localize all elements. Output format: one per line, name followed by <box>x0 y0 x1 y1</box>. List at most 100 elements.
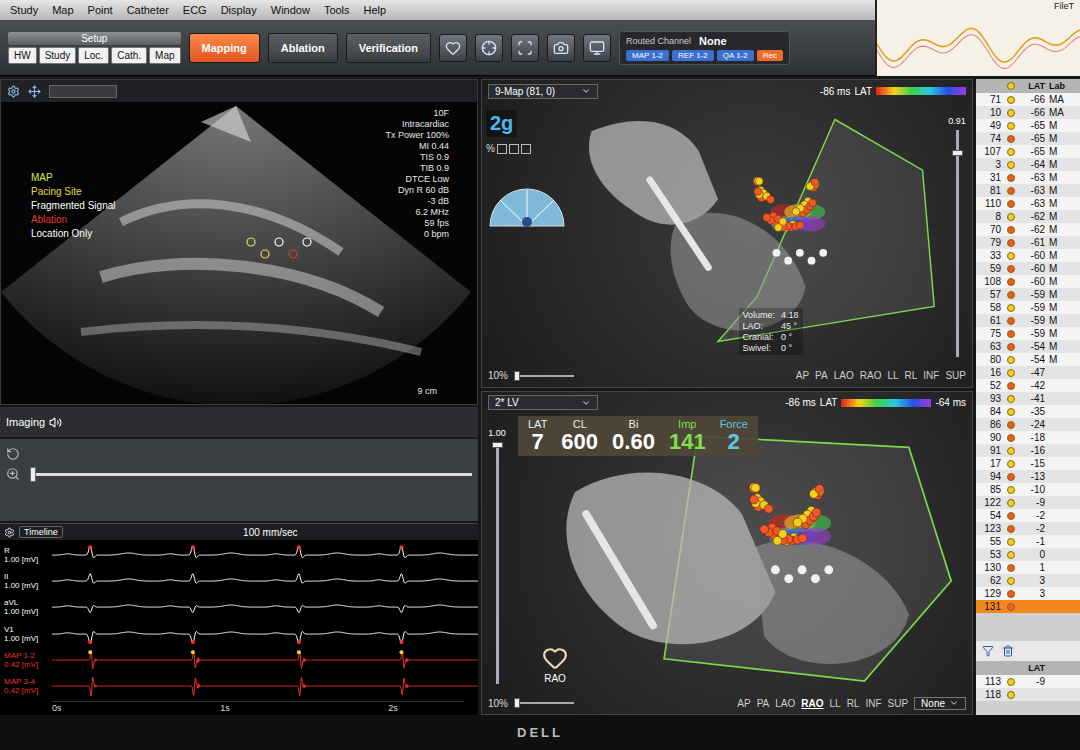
table-row[interactable]: 90-18 <box>976 431 1080 444</box>
filter-icon[interactable] <box>982 645 994 657</box>
table-row[interactable]: 33-60M <box>976 249 1080 262</box>
table-row[interactable]: 113-9 <box>976 675 1080 688</box>
table-row[interactable]: 54-2 <box>976 509 1080 522</box>
menu-item[interactable]: Study <box>10 4 38 16</box>
table-row[interactable]: 58-59M <box>976 301 1080 314</box>
table-row[interactable]: 16-47 <box>976 366 1080 379</box>
table-row[interactable]: 110-63M <box>976 197 1080 210</box>
menu-item[interactable]: Window <box>271 4 310 16</box>
table-row[interactable]: 118 <box>976 688 1080 701</box>
menu-item[interactable]: ECG <box>183 4 207 16</box>
table-row[interactable]: 122-9 <box>976 496 1080 509</box>
monitor-button[interactable] <box>583 34 611 62</box>
frame-slider[interactable] <box>30 473 472 476</box>
view-button[interactable]: RL <box>905 370 918 381</box>
table-row[interactable]: 1293 <box>976 587 1080 600</box>
table-row[interactable]: 10-66MA <box>976 106 1080 119</box>
map-canvas[interactable]: LAT7CL600Bi0.60Imp141Force2RAO <box>512 414 972 692</box>
view-button[interactable]: LL <box>887 370 898 381</box>
menu-item[interactable]: Map <box>52 4 73 16</box>
menu-item[interactable]: Catheter <box>127 4 169 16</box>
view-button[interactable]: SUP <box>888 698 909 709</box>
table-row[interactable]: 17-15 <box>976 457 1080 470</box>
table-row[interactable]: 530 <box>976 548 1080 561</box>
channel-button[interactable]: QA 1-2 <box>717 50 754 61</box>
view-button[interactable]: AP <box>796 370 809 381</box>
channel-button[interactable]: Rec <box>757 50 783 61</box>
map-selector[interactable]: 9-Map (81, 0) <box>488 84 598 99</box>
table-row[interactable]: 80-54M <box>976 353 1080 366</box>
table-row[interactable]: 93-41 <box>976 392 1080 405</box>
table-row[interactable]: 57-59M <box>976 288 1080 301</box>
routed-channel-value[interactable]: None <box>699 35 727 47</box>
channel-button[interactable]: REF 1-2 <box>672 50 714 61</box>
camera-button[interactable] <box>547 34 575 62</box>
view-button[interactable]: LAO <box>775 698 795 709</box>
table-row[interactable]: 1301 <box>976 561 1080 574</box>
timeline-button[interactable]: Timeline <box>19 526 63 538</box>
zoom-control[interactable]: 2g <box>486 110 517 137</box>
table-row[interactable]: 71-66MA <box>976 93 1080 106</box>
move-icon[interactable] <box>28 85 41 98</box>
rotation-compass-icon[interactable] <box>486 160 568 230</box>
map-selector[interactable]: 2* LV <box>488 395 598 410</box>
table-row[interactable]: 81-63M <box>976 184 1080 197</box>
table-row[interactable]: 107-65M <box>976 145 1080 158</box>
view-button[interactable]: RL <box>847 698 860 709</box>
opacity-slider[interactable]: 0.91 <box>942 102 972 365</box>
mode-button[interactable]: Mapping <box>189 33 260 63</box>
map-canvas[interactable]: Volume:4.18LAO:45 °Cranial:0 °Swivel:0 ° <box>572 102 942 365</box>
table-row[interactable]: 52-42 <box>976 379 1080 392</box>
table-row[interactable]: 59-60M <box>976 262 1080 275</box>
view-button[interactable]: INF <box>865 698 881 709</box>
setup-tab[interactable]: Cath. <box>111 47 147 64</box>
setup-tab[interactable]: HW <box>8 47 37 64</box>
settings-icon[interactable] <box>7 85 20 98</box>
channel-button[interactable]: MAP 1-2 <box>626 50 669 61</box>
table-row[interactable]: 8-62M <box>976 210 1080 223</box>
menu-item[interactable]: Point <box>88 4 113 16</box>
table-row[interactable]: 75-59M <box>976 327 1080 340</box>
view-button[interactable]: PA <box>815 370 828 381</box>
ultrasound-dropdown[interactable] <box>49 85 117 98</box>
speaker-icon[interactable] <box>49 416 62 429</box>
scan-button[interactable] <box>511 34 539 62</box>
view-button[interactable]: RAO <box>801 698 823 709</box>
rotate-icon[interactable] <box>6 447 20 461</box>
table-row[interactable]: 623 <box>976 574 1080 587</box>
menu-item[interactable]: Help <box>364 4 387 16</box>
menu-item[interactable]: Tools <box>324 4 350 16</box>
table-row[interactable]: 31-63M <box>976 171 1080 184</box>
table-row[interactable]: 55-1 <box>976 535 1080 548</box>
table-row[interactable]: 70-62M <box>976 223 1080 236</box>
transparency-slider[interactable] <box>514 702 574 704</box>
target-button[interactable] <box>475 34 503 62</box>
trash-icon[interactable] <box>1002 645 1014 657</box>
table-row[interactable]: 74-65M <box>976 132 1080 145</box>
setup-tab[interactable]: Loc. <box>78 47 109 64</box>
table-row[interactable]: 49-65M <box>976 119 1080 132</box>
table-row[interactable]: 84-35 <box>976 405 1080 418</box>
view-button[interactable]: LL <box>830 698 841 709</box>
table-row[interactable]: 85-10 <box>976 483 1080 496</box>
table-row[interactable]: 63-54M <box>976 340 1080 353</box>
view-button[interactable]: SUP <box>945 370 966 381</box>
table-row[interactable]: 3-64M <box>976 158 1080 171</box>
mode-button[interactable]: Verification <box>346 33 431 63</box>
table-row[interactable]: 123-2 <box>976 522 1080 535</box>
view-button[interactable]: LAO <box>834 370 854 381</box>
transparency-slider[interactable] <box>514 375 574 377</box>
setup-tab[interactable]: Map <box>149 47 180 64</box>
mode-button[interactable]: Ablation <box>268 33 338 63</box>
table-row[interactable]: 86-24 <box>976 418 1080 431</box>
settings-icon[interactable] <box>4 527 15 538</box>
table-row[interactable]: 94-13 <box>976 470 1080 483</box>
table-row[interactable]: 79-61M <box>976 236 1080 249</box>
view-button[interactable]: INF <box>923 370 939 381</box>
table-row[interactable]: 91-16 <box>976 444 1080 457</box>
opacity-slider[interactable]: 1.00 <box>482 414 512 692</box>
setup-tab[interactable]: Study <box>39 47 77 64</box>
table-row[interactable]: 131 <box>976 600 1080 613</box>
table-row[interactable]: 61-59M <box>976 314 1080 327</box>
menu-item[interactable]: Display <box>221 4 257 16</box>
